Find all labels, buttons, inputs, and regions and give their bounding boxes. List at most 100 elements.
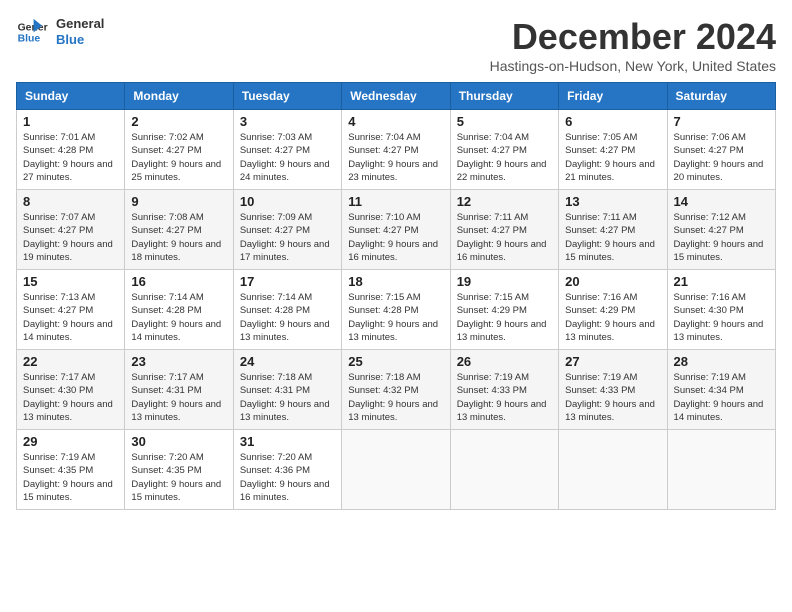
day-number: 30 bbox=[131, 434, 226, 449]
calendar-cell bbox=[342, 430, 450, 510]
header-wednesday: Wednesday bbox=[342, 83, 450, 110]
calendar-cell: 27 Sunrise: 7:19 AM Sunset: 4:33 PM Dayl… bbox=[559, 350, 667, 430]
calendar-cell: 6 Sunrise: 7:05 AM Sunset: 4:27 PM Dayli… bbox=[559, 110, 667, 190]
day-number: 25 bbox=[348, 354, 443, 369]
logo-line2: Blue bbox=[56, 32, 104, 48]
header-saturday: Saturday bbox=[667, 83, 775, 110]
sunset-text: Sunset: 4:27 PM bbox=[674, 224, 769, 237]
day-number: 5 bbox=[457, 114, 552, 129]
sunset-text: Sunset: 4:27 PM bbox=[565, 224, 660, 237]
sunset-text: Sunset: 4:27 PM bbox=[457, 144, 552, 157]
daylight-text: Daylight: 9 hours and 22 minutes. bbox=[457, 158, 552, 185]
logo-icon: General Blue bbox=[16, 16, 48, 48]
day-info: Sunrise: 7:15 AM Sunset: 4:28 PM Dayligh… bbox=[348, 291, 443, 344]
day-number: 28 bbox=[674, 354, 769, 369]
sunrise-text: Sunrise: 7:07 AM bbox=[23, 211, 118, 224]
header-friday: Friday bbox=[559, 83, 667, 110]
calendar-cell: 9 Sunrise: 7:08 AM Sunset: 4:27 PM Dayli… bbox=[125, 190, 233, 270]
sunrise-text: Sunrise: 7:19 AM bbox=[674, 371, 769, 384]
sunrise-text: Sunrise: 7:06 AM bbox=[674, 131, 769, 144]
day-number: 13 bbox=[565, 194, 660, 209]
day-number: 20 bbox=[565, 274, 660, 289]
day-info: Sunrise: 7:02 AM Sunset: 4:27 PM Dayligh… bbox=[131, 131, 226, 184]
day-number: 10 bbox=[240, 194, 335, 209]
sunset-text: Sunset: 4:27 PM bbox=[348, 144, 443, 157]
calendar-cell: 4 Sunrise: 7:04 AM Sunset: 4:27 PM Dayli… bbox=[342, 110, 450, 190]
sunset-text: Sunset: 4:31 PM bbox=[131, 384, 226, 397]
sunrise-text: Sunrise: 7:19 AM bbox=[23, 451, 118, 464]
sunset-text: Sunset: 4:27 PM bbox=[674, 144, 769, 157]
daylight-text: Daylight: 9 hours and 15 minutes. bbox=[23, 478, 118, 505]
day-info: Sunrise: 7:17 AM Sunset: 4:31 PM Dayligh… bbox=[131, 371, 226, 424]
sunrise-text: Sunrise: 7:19 AM bbox=[565, 371, 660, 384]
daylight-text: Daylight: 9 hours and 14 minutes. bbox=[674, 398, 769, 425]
daylight-text: Daylight: 9 hours and 15 minutes. bbox=[131, 478, 226, 505]
sunrise-text: Sunrise: 7:17 AM bbox=[131, 371, 226, 384]
sunrise-text: Sunrise: 7:20 AM bbox=[240, 451, 335, 464]
sunrise-text: Sunrise: 7:05 AM bbox=[565, 131, 660, 144]
sunrise-text: Sunrise: 7:16 AM bbox=[674, 291, 769, 304]
day-number: 22 bbox=[23, 354, 118, 369]
day-number: 17 bbox=[240, 274, 335, 289]
daylight-text: Daylight: 9 hours and 20 minutes. bbox=[674, 158, 769, 185]
daylight-text: Daylight: 9 hours and 16 minutes. bbox=[348, 238, 443, 265]
daylight-text: Daylight: 9 hours and 14 minutes. bbox=[131, 318, 226, 345]
daylight-text: Daylight: 9 hours and 14 minutes. bbox=[23, 318, 118, 345]
sunrise-text: Sunrise: 7:15 AM bbox=[348, 291, 443, 304]
day-number: 12 bbox=[457, 194, 552, 209]
day-info: Sunrise: 7:20 AM Sunset: 4:36 PM Dayligh… bbox=[240, 451, 335, 504]
day-info: Sunrise: 7:07 AM Sunset: 4:27 PM Dayligh… bbox=[23, 211, 118, 264]
sunset-text: Sunset: 4:27 PM bbox=[240, 224, 335, 237]
sunrise-text: Sunrise: 7:12 AM bbox=[674, 211, 769, 224]
day-number: 18 bbox=[348, 274, 443, 289]
sunrise-text: Sunrise: 7:08 AM bbox=[131, 211, 226, 224]
daylight-text: Daylight: 9 hours and 23 minutes. bbox=[348, 158, 443, 185]
daylight-text: Daylight: 9 hours and 13 minutes. bbox=[23, 398, 118, 425]
daylight-text: Daylight: 9 hours and 13 minutes. bbox=[565, 398, 660, 425]
day-info: Sunrise: 7:04 AM Sunset: 4:27 PM Dayligh… bbox=[457, 131, 552, 184]
calendar-cell: 8 Sunrise: 7:07 AM Sunset: 4:27 PM Dayli… bbox=[17, 190, 125, 270]
sunrise-text: Sunrise: 7:14 AM bbox=[131, 291, 226, 304]
day-info: Sunrise: 7:01 AM Sunset: 4:28 PM Dayligh… bbox=[23, 131, 118, 184]
calendar-cell: 24 Sunrise: 7:18 AM Sunset: 4:31 PM Dayl… bbox=[233, 350, 341, 430]
day-info: Sunrise: 7:19 AM Sunset: 4:34 PM Dayligh… bbox=[674, 371, 769, 424]
sunrise-text: Sunrise: 7:14 AM bbox=[240, 291, 335, 304]
daylight-text: Daylight: 9 hours and 13 minutes. bbox=[565, 318, 660, 345]
sunset-text: Sunset: 4:35 PM bbox=[131, 464, 226, 477]
calendar-cell: 17 Sunrise: 7:14 AM Sunset: 4:28 PM Dayl… bbox=[233, 270, 341, 350]
calendar-body: 1 Sunrise: 7:01 AM Sunset: 4:28 PM Dayli… bbox=[17, 110, 776, 510]
sunrise-text: Sunrise: 7:10 AM bbox=[348, 211, 443, 224]
sunset-text: Sunset: 4:32 PM bbox=[348, 384, 443, 397]
sunset-text: Sunset: 4:30 PM bbox=[674, 304, 769, 317]
calendar-cell: 20 Sunrise: 7:16 AM Sunset: 4:29 PM Dayl… bbox=[559, 270, 667, 350]
sunset-text: Sunset: 4:29 PM bbox=[457, 304, 552, 317]
day-number: 11 bbox=[348, 194, 443, 209]
calendar-cell: 23 Sunrise: 7:17 AM Sunset: 4:31 PM Dayl… bbox=[125, 350, 233, 430]
day-info: Sunrise: 7:06 AM Sunset: 4:27 PM Dayligh… bbox=[674, 131, 769, 184]
sunrise-text: Sunrise: 7:04 AM bbox=[348, 131, 443, 144]
day-number: 9 bbox=[131, 194, 226, 209]
calendar-cell bbox=[559, 430, 667, 510]
calendar-cell: 31 Sunrise: 7:20 AM Sunset: 4:36 PM Dayl… bbox=[233, 430, 341, 510]
calendar-cell: 15 Sunrise: 7:13 AM Sunset: 4:27 PM Dayl… bbox=[17, 270, 125, 350]
day-info: Sunrise: 7:11 AM Sunset: 4:27 PM Dayligh… bbox=[457, 211, 552, 264]
day-info: Sunrise: 7:16 AM Sunset: 4:29 PM Dayligh… bbox=[565, 291, 660, 344]
sunrise-text: Sunrise: 7:03 AM bbox=[240, 131, 335, 144]
header-tuesday: Tuesday bbox=[233, 83, 341, 110]
daylight-text: Daylight: 9 hours and 13 minutes. bbox=[240, 318, 335, 345]
calendar-cell: 1 Sunrise: 7:01 AM Sunset: 4:28 PM Dayli… bbox=[17, 110, 125, 190]
header-sunday: Sunday bbox=[17, 83, 125, 110]
sunset-text: Sunset: 4:28 PM bbox=[348, 304, 443, 317]
day-info: Sunrise: 7:08 AM Sunset: 4:27 PM Dayligh… bbox=[131, 211, 226, 264]
calendar-cell: 11 Sunrise: 7:10 AM Sunset: 4:27 PM Dayl… bbox=[342, 190, 450, 270]
svg-text:General: General bbox=[18, 22, 48, 33]
day-info: Sunrise: 7:18 AM Sunset: 4:32 PM Dayligh… bbox=[348, 371, 443, 424]
calendar-cell: 13 Sunrise: 7:11 AM Sunset: 4:27 PM Dayl… bbox=[559, 190, 667, 270]
daylight-text: Daylight: 9 hours and 15 minutes. bbox=[674, 238, 769, 265]
calendar-cell: 26 Sunrise: 7:19 AM Sunset: 4:33 PM Dayl… bbox=[450, 350, 558, 430]
day-info: Sunrise: 7:05 AM Sunset: 4:27 PM Dayligh… bbox=[565, 131, 660, 184]
sunset-text: Sunset: 4:27 PM bbox=[131, 144, 226, 157]
sunset-text: Sunset: 4:31 PM bbox=[240, 384, 335, 397]
day-info: Sunrise: 7:10 AM Sunset: 4:27 PM Dayligh… bbox=[348, 211, 443, 264]
day-info: Sunrise: 7:13 AM Sunset: 4:27 PM Dayligh… bbox=[23, 291, 118, 344]
